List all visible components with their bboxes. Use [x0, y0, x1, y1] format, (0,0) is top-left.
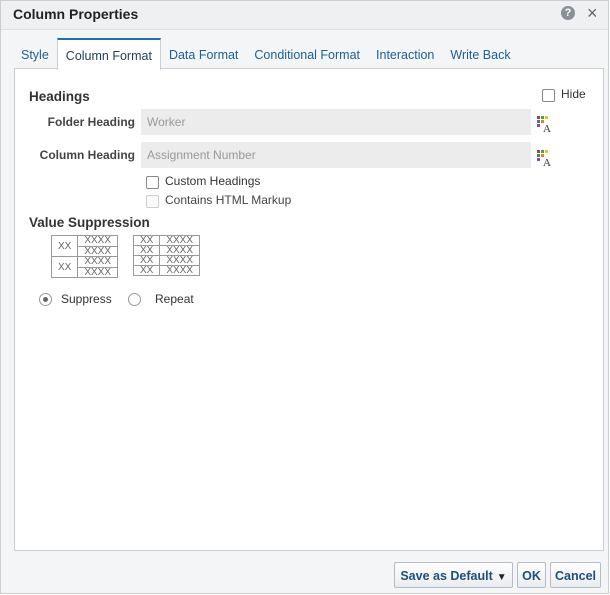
tab-style[interactable]: Style	[13, 48, 57, 69]
tab-bar: Style Column Format Data Format Conditio…	[13, 38, 519, 70]
dialog-titlebar: Column Properties ? ×	[1, 1, 608, 30]
dialog-title: Column Properties	[13, 6, 139, 22]
tab-data-format[interactable]: Data Format	[161, 48, 246, 69]
preview-cell: XXXX	[159, 245, 201, 256]
preview-group-cell: XX	[50, 235, 79, 257]
column-properties-dialog: Column Properties ? × Style Column Forma…	[0, 0, 609, 594]
help-icon[interactable]: ?	[561, 6, 575, 20]
html-markup-checkbox	[146, 195, 159, 208]
cancel-button[interactable]: Cancel	[550, 562, 601, 588]
preview-cell: XXXX	[159, 265, 201, 276]
suppress-label: Suppress	[61, 292, 112, 306]
headings-section-title: Headings	[29, 89, 90, 104]
preview-group-cell: XX	[132, 245, 161, 256]
preview-group-cell: XX	[132, 265, 161, 276]
html-markup-label: Contains HTML Markup	[165, 193, 292, 207]
repeat-preview-table: XX XXXX XX XXXX XX XXXX XX XXXX	[132, 235, 201, 276]
tab-conditional-format[interactable]: Conditional Format	[246, 48, 368, 69]
dropdown-caret-icon: ▼	[496, 572, 507, 583]
column-heading-label: Column Heading	[39, 148, 135, 162]
tab-write-back[interactable]: Write Back	[442, 48, 518, 69]
svg-text:A: A	[543, 157, 551, 167]
tab-column-format[interactable]: Column Format	[56, 38, 161, 70]
preview-cell: XXXX	[77, 256, 119, 268]
svg-text:A: A	[543, 123, 551, 133]
column-heading-input[interactable]: Assignment Number	[141, 142, 531, 168]
column-heading-format-icon[interactable]: A	[536, 149, 554, 167]
preview-cell: XXXX	[77, 266, 119, 278]
close-icon[interactable]: ×	[587, 4, 598, 22]
save-as-default-label: Save as Default	[400, 569, 493, 583]
repeat-radio[interactable]	[128, 293, 141, 306]
hide-checkbox[interactable]	[542, 89, 555, 102]
suppress-radio[interactable]	[39, 293, 52, 306]
preview-cell: XXXX	[77, 235, 119, 247]
suppress-preview-table: XX XXXX XXXX XX XXXX XXXX	[50, 235, 119, 278]
hide-label: Hide	[561, 87, 586, 101]
custom-headings-checkbox[interactable]	[146, 176, 159, 189]
heading-format-icon[interactable]: A	[536, 115, 554, 133]
custom-headings-label: Custom Headings	[165, 174, 261, 188]
value-suppression-title: Value Suppression	[29, 215, 150, 230]
tab-interaction[interactable]: Interaction	[368, 48, 442, 69]
preview-cell: XXXX	[77, 245, 119, 257]
preview-cell: XXXX	[159, 255, 201, 266]
folder-heading-input[interactable]: Worker	[141, 109, 531, 135]
folder-heading-label: Folder Heading	[47, 115, 135, 129]
preview-group-cell: XX	[132, 255, 161, 266]
ok-button[interactable]: OK	[517, 562, 546, 588]
preview-group-cell: XX	[50, 256, 79, 278]
preview-cell: XXXX	[159, 235, 201, 246]
preview-group-cell: XX	[132, 235, 161, 246]
save-as-default-button[interactable]: Save as Default ▼	[394, 562, 513, 588]
repeat-label: Repeat	[155, 292, 194, 306]
column-format-panel: Headings Hide Folder Heading Worker A Co…	[14, 68, 604, 551]
